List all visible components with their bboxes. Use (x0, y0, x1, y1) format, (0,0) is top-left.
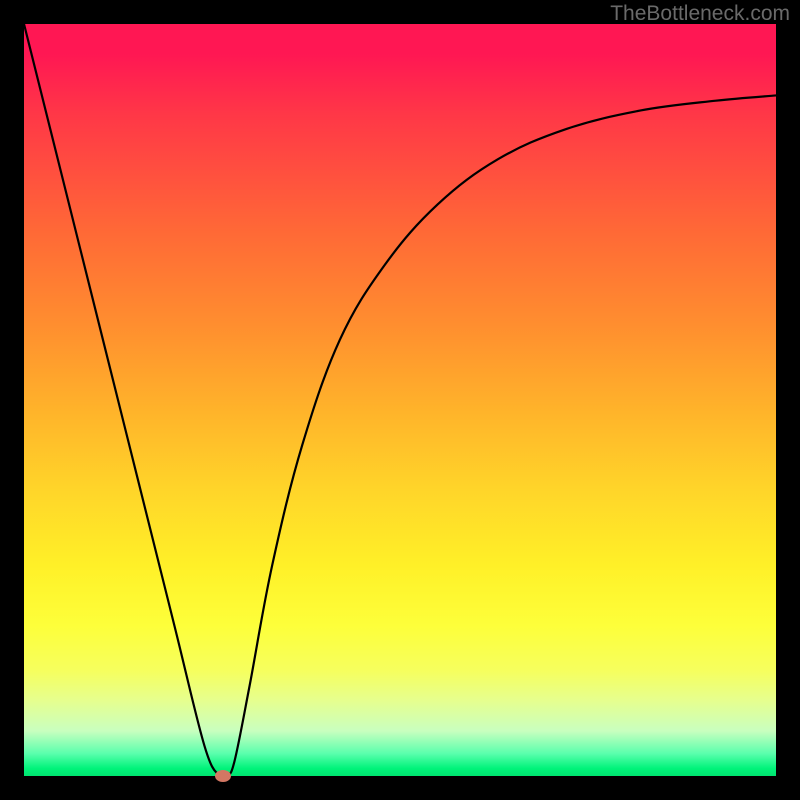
watermark-text: TheBottleneck.com (610, 2, 790, 26)
bottleneck-curve (24, 24, 776, 776)
minimum-marker (215, 770, 231, 782)
chart-area (24, 24, 776, 776)
